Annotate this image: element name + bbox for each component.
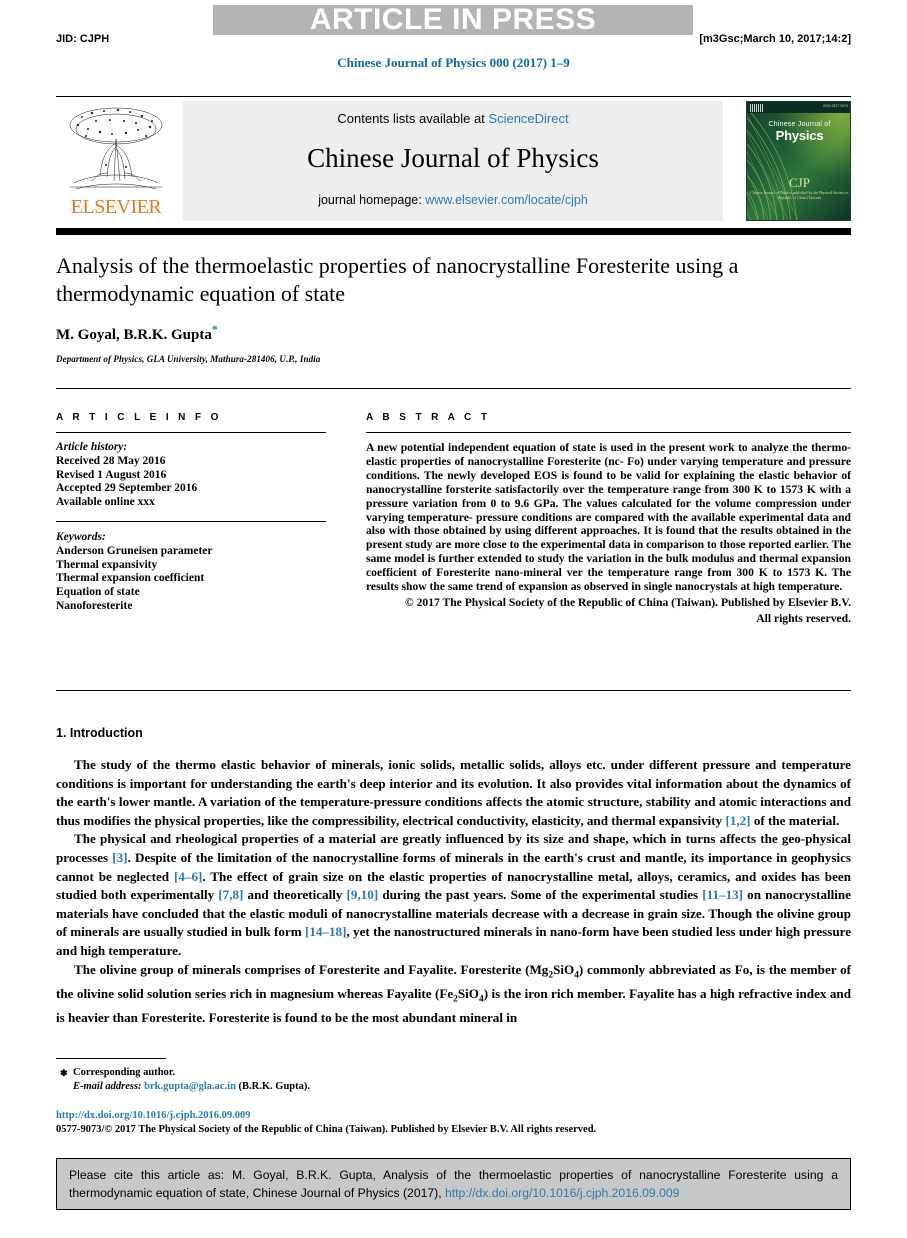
- history-item: Received 28 May 2016: [56, 454, 166, 467]
- cover-title-line1: Chinese Journal of: [768, 121, 831, 128]
- para2-part-e: during the past years. Some of the exper…: [378, 887, 703, 903]
- para2-part-d: and theoretically: [243, 887, 347, 903]
- affiliation: Department of Physics, GLA University, M…: [56, 354, 321, 364]
- page-title: Analysis of the thermoelastic properties…: [56, 253, 739, 306]
- cover-top-bar: ISSN 0577-9073: [747, 102, 850, 113]
- corresponding-author-marker: *: [211, 322, 218, 336]
- citation-ref[interactable]: [3]: [112, 850, 127, 865]
- contents-band: Contents lists available at ScienceDirec…: [183, 101, 723, 221]
- history-item: Accepted 29 September 2016: [56, 482, 198, 495]
- abstract-rule: [366, 432, 851, 433]
- email-link[interactable]: brk.gupta@gla.ac.in: [144, 1081, 236, 1092]
- cover-title-line2: Physics: [775, 128, 824, 143]
- doi-link[interactable]: http://dx.doi.org/10.1016/j.cjph.2016.09…: [56, 1110, 251, 1121]
- keyword-item: Thermal expansivity: [56, 558, 158, 571]
- homepage-label: journal homepage:: [318, 193, 426, 207]
- cover-issn-text: ISSN 0577-9073: [822, 104, 848, 108]
- elsevier-logo: ELSEVIER: [56, 101, 176, 221]
- journal-id-label: JID: CJPH: [56, 33, 110, 45]
- article-in-press-banner: ARTICLE IN PRESS: [213, 5, 693, 35]
- keyword-item: Equation of state: [56, 586, 140, 599]
- introduction-section: 1. Introduction The study of the thermo …: [56, 726, 851, 1028]
- cover-title-text: Chinese Journal of Physics: [747, 120, 850, 143]
- typesetting-stamp: [m3Gsc;March 10, 2017;14:2]: [699, 33, 851, 45]
- citation-ref[interactable]: [14–18]: [305, 924, 346, 939]
- citation-ref[interactable]: [4–6]: [174, 869, 202, 884]
- article-history-label: Article history:: [56, 441, 128, 453]
- citation-ref[interactable]: [1,2]: [725, 813, 750, 828]
- keywords-label: Keywords:: [56, 530, 106, 543]
- introduction-paragraph-2: The physical and rheological properties …: [56, 830, 851, 960]
- body-top-rule: [56, 690, 851, 691]
- footnote-block: ✽ Corresponding author. E-mail address: …: [60, 1066, 560, 1094]
- abstract-heading: A B S T R A C T: [366, 412, 491, 423]
- article-history-block: Article history: Received 28 May 2016 Re…: [56, 441, 326, 510]
- journal-homepage-line: journal homepage: www.elsevier.com/locat…: [183, 193, 723, 207]
- paper-page: ARTICLE IN PRESS JID: CJPH [m3Gsc;March …: [0, 0, 907, 1238]
- journal-title: Chinese Journal of Physics: [307, 143, 599, 173]
- keyword-item: Nanoforesterite: [56, 599, 133, 612]
- journal-reference-line: Chinese Journal of Physics 000 (2017) 1–…: [337, 55, 570, 70]
- keyword-item: Anderson Gruneisen parameter: [56, 544, 213, 557]
- cover-logo-text: CJP: [789, 175, 810, 190]
- abstract-column: A B S T R A C T A new potential independ…: [366, 412, 851, 626]
- cover-cjp-logo: CJP Chinese Journal of Physics published…: [747, 175, 850, 201]
- para1-part-b: of the material.: [750, 812, 840, 828]
- info-section-top-rule: [56, 388, 851, 389]
- masthead-top-rule: [56, 96, 851, 97]
- author-list: M. Goyal, B.R.K. Gupta*: [56, 322, 756, 344]
- article-info-heading: A R T I C L E I N F O: [56, 412, 222, 423]
- article-info-rule: [56, 432, 326, 433]
- article-in-press-label: ARTICLE IN PRESS: [309, 3, 597, 36]
- contents-available-line: Contents lists available at ScienceDirec…: [183, 111, 723, 126]
- citation-ref[interactable]: [9,10]: [347, 887, 379, 902]
- abstract-copyright-line-1: © 2017 The Physical Society of the Repub…: [405, 595, 851, 609]
- introduction-heading: 1. Introduction: [56, 726, 143, 740]
- para3-part-b: SiO: [553, 961, 575, 977]
- elsevier-tree-icon: [62, 103, 170, 195]
- history-item: Revised 1 August 2016: [56, 468, 167, 481]
- keywords-block: Keywords: Anderson Gruneisen parameter T…: [56, 531, 326, 614]
- cover-barcode-icon: [750, 103, 764, 112]
- author-names: M. Goyal, B.R.K. Gupta: [56, 327, 212, 343]
- email-label: E-mail address:: [73, 1081, 142, 1092]
- corresponding-author-note: Corresponding author.: [73, 1067, 176, 1078]
- cite-text: Please cite this article as: M. Goyal, B…: [69, 1166, 838, 1202]
- masthead-bottom-rule: [56, 228, 851, 235]
- footnote-marker-icon: ✽: [60, 1068, 68, 1078]
- contents-prefix-text: Contents lists available at: [337, 111, 489, 126]
- running-head: JID: CJPH [m3Gsc;March 10, 2017;14:2]: [56, 32, 851, 46]
- issn-copyright-line: 0577-9073/© 2017 The Physical Society of…: [56, 1124, 597, 1135]
- keywords-rule: [56, 520, 326, 522]
- article-info-column: A R T I C L E I N F O Article history: R…: [56, 412, 326, 614]
- sciencedirect-link[interactable]: ScienceDirect: [488, 111, 568, 126]
- para3-part-a: The olivine group of minerals comprises …: [74, 961, 549, 977]
- journal-masthead: ELSEVIER Contents lists available at Sci…: [56, 96, 851, 224]
- citation-ref[interactable]: [7,8]: [218, 887, 243, 902]
- cover-logo-subtext: Chinese Journal of Physics published by …: [750, 191, 849, 200]
- citation-ref[interactable]: [11–13]: [702, 887, 743, 902]
- email-owner: (B.R.K. Gupta).: [238, 1081, 311, 1092]
- introduction-paragraph-3: The olivine group of minerals comprises …: [56, 961, 851, 1028]
- history-item: Available online xxx: [56, 496, 155, 509]
- introduction-paragraph-1: The study of the thermo elastic behavior…: [56, 756, 851, 830]
- cite-this-article-box: Please cite this article as: M. Goyal, B…: [56, 1158, 851, 1210]
- footnote-rule: [56, 1058, 166, 1059]
- journal-cover-thumbnail: ISSN 0577-9073 Chinese Journal of Physic…: [746, 101, 851, 221]
- cite-doi-link[interactable]: http://dx.doi.org/10.1016/j.cjph.2016.09…: [445, 1186, 679, 1200]
- homepage-link[interactable]: www.elsevier.com/locate/cjph: [425, 193, 588, 207]
- elsevier-wordmark: ELSEVIER: [70, 196, 162, 218]
- para3-part-d: SiO: [457, 985, 479, 1001]
- email-line: E-mail address: brk.gupta@gla.ac.in (B.R…: [73, 1080, 560, 1094]
- keyword-item: Thermal expansion coefficient: [56, 572, 205, 585]
- abstract-text: A new potential independent equation of …: [366, 441, 851, 594]
- abstract-copyright-line-2: All rights reserved.: [756, 611, 851, 625]
